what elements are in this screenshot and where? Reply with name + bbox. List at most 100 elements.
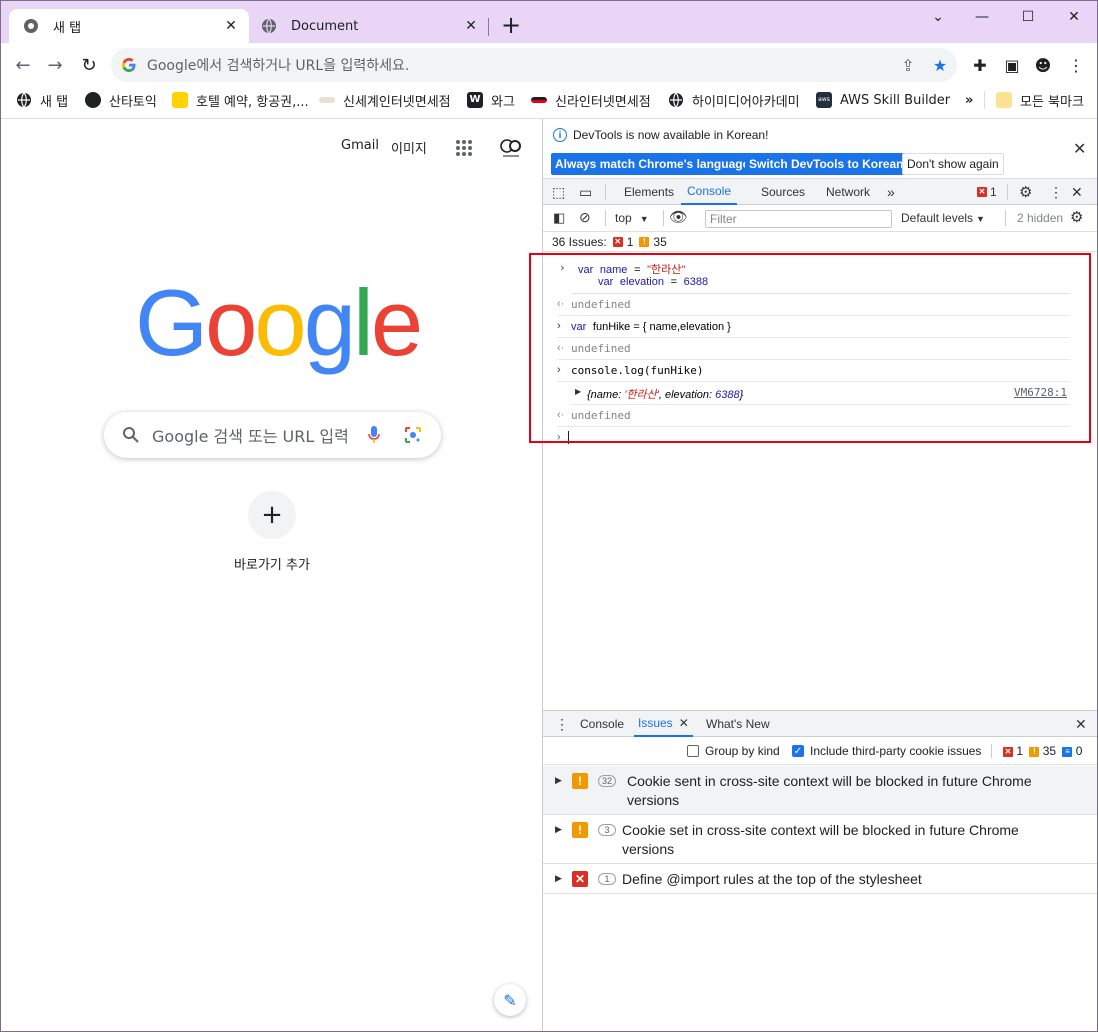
extensions-icon[interactable]: ✚ bbox=[971, 56, 989, 75]
context-selector[interactable]: top ▼ bbox=[615, 211, 649, 225]
google-search-box[interactable]: Google 검색 또는 URL 입력 bbox=[104, 412, 441, 458]
tab-console[interactable]: Console bbox=[681, 179, 738, 205]
always-match-language-button[interactable]: Always match Chrome's language bbox=[551, 153, 754, 175]
clear-console-icon[interactable]: ⊘ bbox=[579, 209, 591, 226]
bookmark-star-icon[interactable]: ★ bbox=[931, 56, 949, 75]
drawer-menu-icon[interactable]: ⋮ bbox=[555, 711, 569, 737]
info-icon: i bbox=[553, 128, 567, 142]
close-tab-icon[interactable]: ✕ bbox=[679, 716, 689, 730]
images-link[interactable]: 이미지 bbox=[391, 138, 427, 157]
warning-icon: ! bbox=[572, 773, 588, 789]
console-toolbar: ◧ ⊘ top ▼ 👁 Filter Default levels ▼ 2 hidd… bbox=[543, 205, 1097, 232]
group-by-kind-checkbox[interactable] bbox=[687, 745, 699, 757]
menu-kebab-icon[interactable]: ⋮ bbox=[1067, 56, 1085, 75]
issue-count: 32 bbox=[598, 775, 616, 787]
account-avatar[interactable] bbox=[498, 135, 524, 161]
tab-document[interactable]: Document ✕ bbox=[253, 9, 489, 43]
aws-icon: aws bbox=[816, 92, 832, 108]
voice-search-icon[interactable] bbox=[367, 425, 381, 445]
arrow-logo-icon bbox=[172, 92, 188, 108]
drawer-tab-console[interactable]: Console bbox=[580, 711, 624, 737]
filter-placeholder: Filter bbox=[710, 212, 737, 226]
third-party-cookie-checkbox[interactable]: ✓ bbox=[792, 745, 804, 757]
bookmark-item[interactable]: 호텔 예약, 항공권,... bbox=[172, 89, 309, 111]
expand-triangle-icon[interactable]: ▶ bbox=[555, 775, 562, 786]
customize-pencil-icon[interactable]: ✎ bbox=[494, 984, 526, 1016]
bookmark-item[interactable]: 산타토익 bbox=[85, 89, 157, 111]
live-expression-eye-icon[interactable]: 👁 bbox=[669, 208, 688, 226]
hidden-count: 2 hidden bbox=[1017, 211, 1064, 225]
close-tab-icon[interactable]: ✕ bbox=[461, 18, 481, 34]
bookmark-item[interactable]: 신라인터넷면세점 bbox=[531, 89, 651, 111]
console-settings-gear-icon[interactable]: ⚙ bbox=[1070, 208, 1083, 226]
issue-row[interactable]: ▶ ✕ 1 Define @import rules at the top of… bbox=[543, 864, 1097, 894]
bookmark-item[interactable]: W 와그 bbox=[467, 89, 515, 111]
forward-button[interactable]: → bbox=[43, 53, 67, 77]
bookmark-item[interactable]: 신세계인터넷면세점 bbox=[319, 89, 451, 111]
tab-elements[interactable]: Elements bbox=[624, 179, 674, 205]
minimize-button[interactable]: — bbox=[959, 1, 1005, 33]
profile-avatar[interactable]: ☻ bbox=[1034, 56, 1052, 75]
warning-icon: ! bbox=[572, 822, 588, 838]
google-logo: Google bbox=[135, 270, 423, 375]
dont-show-again-button[interactable]: Don't show again bbox=[902, 153, 1004, 175]
globe-icon bbox=[262, 18, 276, 34]
warning-count: 35 bbox=[1042, 744, 1057, 758]
google-lens-icon[interactable] bbox=[403, 425, 423, 445]
add-shortcut-button[interactable]: + bbox=[248, 491, 296, 539]
error-icon: ✕ bbox=[572, 871, 588, 887]
chrome-icon bbox=[24, 19, 38, 33]
close-infobar-icon[interactable]: ✕ bbox=[1073, 139, 1086, 159]
filter-input[interactable]: Filter bbox=[705, 210, 892, 228]
settings-gear-icon[interactable]: ⚙ bbox=[1019, 179, 1032, 205]
expand-triangle-icon[interactable]: ▶ bbox=[555, 873, 562, 884]
issues-summary[interactable]: 36 Issues: ✕ 1 ! 35 bbox=[543, 232, 1097, 252]
share-icon[interactable]: ⇪ bbox=[899, 56, 917, 75]
error-count: 1 bbox=[1016, 744, 1024, 758]
maximize-button[interactable]: ☐ bbox=[1005, 1, 1051, 33]
expand-triangle-icon[interactable]: ▶ bbox=[555, 824, 562, 835]
info-message-icon: ≡ bbox=[1062, 746, 1073, 757]
address-bar[interactable]: Google에서 검색하거나 URL을 입력하세요. bbox=[111, 48, 957, 82]
infobar-message: DevTools is now available in Korean! bbox=[573, 128, 769, 142]
drawer-tab-issues[interactable]: Issues ✕ bbox=[634, 711, 693, 737]
more-tabs-chevron-icon[interactable]: » bbox=[887, 179, 895, 205]
drawer-tab-whats-new[interactable]: What's New bbox=[706, 711, 770, 737]
close-tab-icon[interactable]: ✕ bbox=[221, 18, 241, 34]
tab-network[interactable]: Network bbox=[826, 179, 870, 205]
log-levels-dropdown[interactable]: Default levels ▼ bbox=[901, 211, 985, 225]
side-panel-icon[interactable]: ▣ bbox=[1003, 56, 1021, 75]
tab-new-tab[interactable]: 새 탭 ✕ bbox=[9, 9, 249, 43]
issue-row[interactable]: ▶ ! 32 Cookie sent in cross-site context… bbox=[543, 766, 1097, 815]
error-count: 1 bbox=[990, 185, 997, 199]
issue-title: Cookie sent in cross-site context will b… bbox=[627, 773, 1032, 789]
issue-row[interactable]: ▶ ! 3 Cookie set in cross-site context w… bbox=[543, 815, 1097, 864]
globe-icon bbox=[669, 92, 683, 108]
tab-sources[interactable]: Sources bbox=[761, 179, 805, 205]
dropdown-arrow-icon: ▼ bbox=[639, 214, 649, 224]
bookmark-item[interactable]: aws AWS Skill Builder bbox=[816, 89, 950, 111]
bookmarks-overflow-button[interactable]: » bbox=[965, 89, 973, 111]
bookmark-item[interactable]: 하이미디어아카데미 bbox=[668, 89, 800, 111]
reload-button[interactable]: ↻ bbox=[77, 53, 101, 77]
bookmark-item[interactable]: 새 탭 bbox=[16, 89, 68, 111]
issues-toolbar: Group by kind ✓ Include third-party cook… bbox=[543, 737, 1097, 765]
new-tab-button[interactable]: + bbox=[499, 11, 523, 39]
device-toolbar-icon[interactable]: ▭ bbox=[579, 179, 592, 205]
back-button[interactable]: ← bbox=[11, 53, 35, 77]
inspect-element-icon[interactable]: ⬚ bbox=[552, 179, 565, 205]
close-devtools-icon[interactable]: ✕ bbox=[1071, 179, 1083, 205]
divider bbox=[991, 744, 992, 758]
issues-label: 36 Issues: bbox=[552, 234, 607, 249]
gmail-link[interactable]: Gmail bbox=[341, 138, 379, 153]
switch-to-korean-button[interactable]: Switch DevTools to Korean bbox=[745, 153, 908, 175]
devtools-menu-icon[interactable]: ⋮ bbox=[1049, 179, 1063, 205]
sidebar-toggle-icon[interactable]: ◧ bbox=[553, 210, 565, 226]
divider bbox=[605, 210, 606, 226]
close-drawer-icon[interactable]: ✕ bbox=[1075, 711, 1087, 737]
error-count-badge[interactable]: ✕ 1 bbox=[977, 179, 997, 205]
all-bookmarks-folder[interactable]: 모든 북마크 bbox=[996, 89, 1084, 111]
close-window-button[interactable]: ✕ bbox=[1051, 1, 1097, 33]
apps-grid-icon[interactable] bbox=[455, 139, 473, 157]
tab-search-icon[interactable]: ⌄ bbox=[915, 1, 961, 33]
